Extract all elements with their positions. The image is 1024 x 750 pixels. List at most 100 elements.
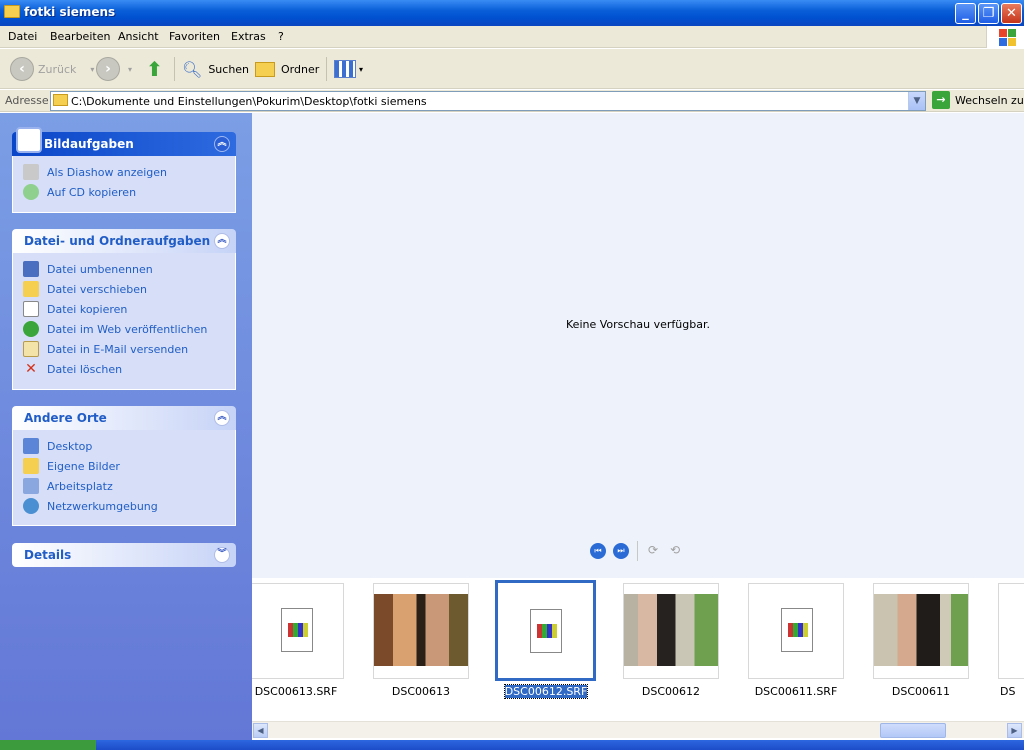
slideshow-icon: [23, 164, 39, 180]
place-label: Arbeitsplatz: [47, 479, 113, 493]
selected-file-label: DSC00612.SRF: [503, 684, 589, 699]
minimize-button[interactable]: _: [955, 3, 976, 24]
place-my-computer[interactable]: Arbeitsplatz: [23, 476, 235, 496]
network-icon: [23, 498, 39, 514]
task-publish-web[interactable]: Datei im Web veröffentlichen: [23, 319, 235, 339]
thumbnail-partial[interactable]: [998, 583, 1024, 679]
views-icon: [334, 60, 356, 78]
menu-datei[interactable]: Datei: [8, 30, 37, 43]
thumbnail-dsc00613-srf[interactable]: [252, 583, 344, 679]
task-label: Datei verschieben: [47, 282, 147, 296]
cd-icon: [23, 184, 39, 200]
search-icon: 🔍︎: [182, 59, 203, 79]
search-button[interactable]: 🔍︎ Suchen: [182, 55, 249, 83]
next-image-button[interactable]: ⏭: [613, 543, 629, 559]
place-network[interactable]: Netzwerkumgebung: [23, 496, 235, 516]
menu-bearbeiten[interactable]: Bearbeiten: [50, 30, 110, 43]
place-label: Desktop: [47, 439, 93, 453]
go-arrow-icon: →: [932, 91, 950, 109]
address-dropdown-button[interactable]: ▼: [908, 92, 925, 110]
previous-image-button[interactable]: ⏮: [590, 543, 606, 559]
start-button[interactable]: [0, 740, 96, 750]
task-label: Datei kopieren: [47, 302, 128, 316]
file-caption[interactable]: DS: [1000, 685, 1024, 698]
picture-tasks-header[interactable]: Bildaufgaben ︽: [12, 127, 236, 156]
menu-help[interactable]: ?: [278, 30, 284, 43]
file-document-icon: [530, 609, 562, 653]
other-places-panel: Andere Orte ︽ Desktop Eigene Bilder Arbe…: [12, 406, 236, 526]
folders-button[interactable]: Ordner: [255, 55, 319, 83]
selected-file-caption[interactable]: DSC00612.SRF: [486, 684, 606, 699]
thumbnail-dsc00611-srf[interactable]: [748, 583, 844, 679]
task-move[interactable]: Datei verschieben: [23, 279, 235, 299]
place-my-pictures[interactable]: Eigene Bilder: [23, 456, 235, 476]
collapse-icon[interactable]: ︽: [214, 233, 230, 249]
go-label: Wechseln zu: [955, 93, 1024, 107]
file-caption[interactable]: DSC00611: [861, 685, 981, 698]
search-label: Suchen: [208, 62, 250, 76]
details-panel: Details ︾: [12, 543, 236, 567]
filmstrip: DSC00613.SRF DSC00613 DSC00612.SRF DSC00…: [252, 578, 1024, 721]
scroll-right-button[interactable]: ▶: [1007, 723, 1022, 738]
collapse-icon[interactable]: ︽: [214, 410, 230, 426]
thumbnail-dsc00613[interactable]: [373, 583, 469, 679]
place-desktop[interactable]: Desktop: [23, 436, 235, 456]
thumbnail-dsc00612-srf[interactable]: [495, 580, 596, 681]
address-input[interactable]: C:\Dokumente und Einstellungen\Pokurim\D…: [50, 91, 926, 111]
scroll-thumb[interactable]: [880, 723, 946, 738]
file-caption[interactable]: DSC00613: [361, 685, 481, 698]
folder-icon: [53, 94, 68, 106]
task-email[interactable]: Datei in E-Mail versenden: [23, 339, 235, 359]
control-separator: [637, 541, 638, 561]
expand-icon[interactable]: ︾: [214, 547, 230, 563]
thumbnail-dsc00611[interactable]: [873, 583, 969, 679]
task-delete[interactable]: ✕ Datei löschen: [23, 359, 235, 379]
up-arrow-icon: ⬆: [146, 57, 163, 81]
details-header[interactable]: Details ︾: [12, 543, 236, 567]
go-button[interactable]: → Wechseln zu: [932, 91, 1024, 109]
other-places-title: Andere Orte: [24, 411, 107, 425]
rotate-counterclockwise-button[interactable]: ⟲: [670, 543, 680, 557]
close-button[interactable]: ✕: [1001, 3, 1022, 24]
back-button[interactable]: ‹ Zurück ▾: [10, 55, 94, 83]
file-document-icon: [781, 608, 813, 652]
task-rename[interactable]: Datei umbenennen: [23, 259, 235, 279]
menu-favoriten[interactable]: Favoriten: [169, 30, 220, 43]
windows-logo-icon: [986, 26, 1024, 48]
rotate-clockwise-button[interactable]: ⟳: [648, 543, 658, 557]
file-caption[interactable]: DSC00611.SRF: [736, 685, 856, 698]
file-tasks-header[interactable]: Datei- und Ordneraufgaben ︽: [12, 229, 236, 253]
no-preview-message: Keine Vorschau verfügbar.: [566, 318, 710, 331]
picture-tasks-title: Bildaufgaben: [44, 137, 134, 151]
chevron-down-icon: ▾: [128, 64, 133, 74]
copy-icon: [23, 301, 39, 317]
task-pane: Bildaufgaben ︽ Als Diashow anzeigen Auf …: [0, 113, 252, 740]
other-places-header[interactable]: Andere Orte ︽: [12, 406, 236, 430]
folder-icon: [4, 5, 20, 18]
file-tasks-title: Datei- und Ordneraufgaben: [24, 234, 211, 248]
up-folder-button[interactable]: ⬆: [146, 55, 163, 83]
horizontal-scrollbar[interactable]: ◀ ▶: [252, 721, 1024, 738]
menu-extras[interactable]: Extras: [231, 30, 266, 43]
thumbnail-dsc00612[interactable]: [623, 583, 719, 679]
preview-area: Keine Vorschau verfügbar. ⏮ ⏭ ⟳ ⟲: [252, 113, 1024, 578]
file-tasks-panel: Datei- und Ordneraufgaben ︽ Datei umbene…: [12, 229, 236, 390]
task-copy[interactable]: Datei kopieren: [23, 299, 235, 319]
task-label: Datei im Web veröffentlichen: [47, 322, 208, 336]
collapse-icon[interactable]: ︽: [214, 136, 230, 152]
file-caption[interactable]: DSC00612: [611, 685, 731, 698]
photo-image: [874, 594, 968, 666]
forward-button[interactable]: › ▾: [96, 55, 132, 83]
task-copy-to-cd[interactable]: Auf CD kopieren: [23, 182, 235, 202]
menu-ansicht[interactable]: Ansicht: [118, 30, 159, 43]
task-slideshow[interactable]: Als Diashow anzeigen: [23, 162, 235, 182]
toolbar-separator: [174, 57, 175, 81]
back-arrow-icon: ‹: [10, 57, 34, 81]
task-label: Auf CD kopieren: [47, 185, 137, 199]
file-caption[interactable]: DSC00613.SRF: [252, 685, 356, 698]
scroll-left-button[interactable]: ◀: [253, 723, 268, 738]
email-icon: [23, 341, 39, 357]
views-button[interactable]: ▾: [334, 55, 363, 83]
title-bar[interactable]: fotki siemens _ ❐ ✕: [0, 0, 1024, 26]
restore-button[interactable]: ❐: [978, 3, 999, 24]
